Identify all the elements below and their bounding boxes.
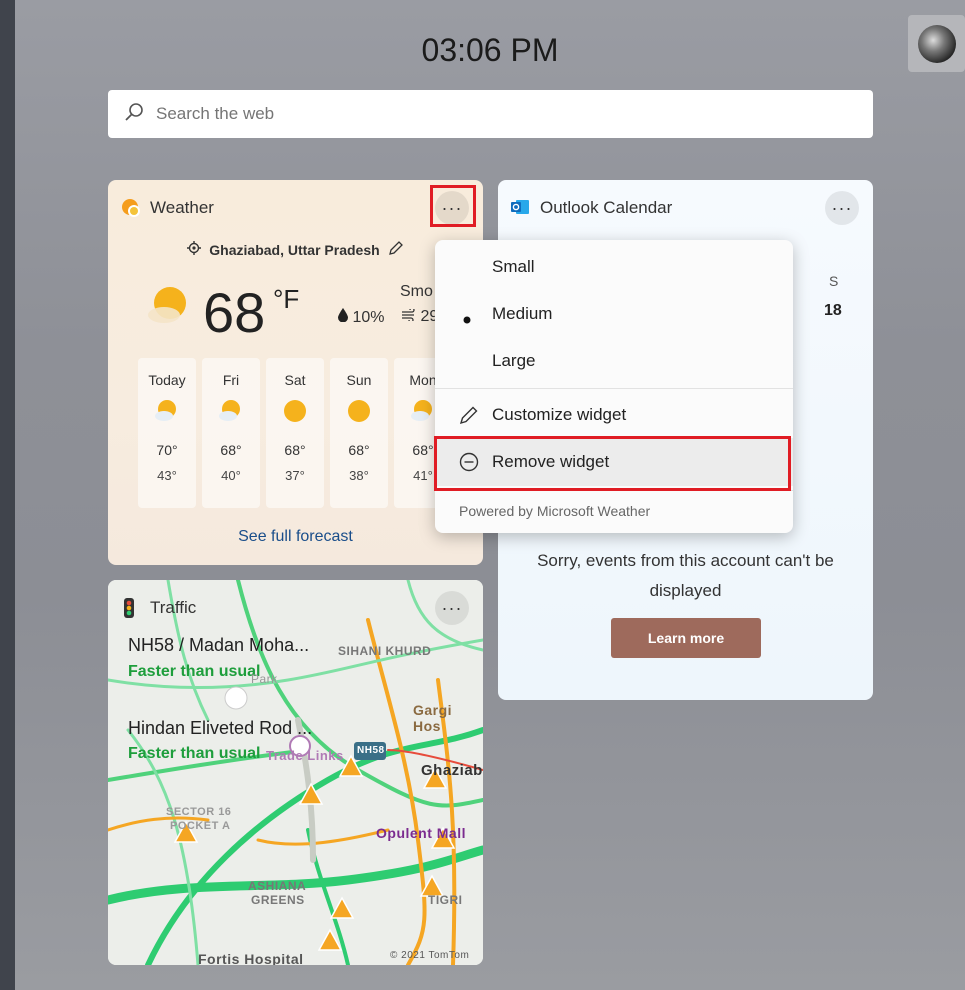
traffic-more-options-button[interactable]: ··· [435, 591, 469, 625]
map-label: ASHIANA [248, 879, 307, 893]
menu-divider [435, 388, 793, 389]
traffic-title: Traffic [150, 598, 197, 617]
sunny-icon [330, 394, 388, 428]
forecast-day[interactable]: Sat 68° 37° [266, 358, 324, 508]
powered-by-label: Powered by Microsoft Weather [459, 503, 651, 519]
location-pin-icon [187, 241, 202, 258]
map-label: SECTOR 16 [166, 806, 232, 818]
highlight-remove-widget [434, 436, 791, 491]
map-label: Opulent Mall [376, 825, 466, 841]
search-input[interactable] [156, 104, 756, 124]
calendar-error-message: Sorry, events from this account can't be… [537, 551, 834, 600]
map-label: SIHANI KHURD [338, 644, 432, 658]
calendar-title: Outlook Calendar [540, 198, 673, 217]
map-label: Ghaziab [421, 762, 483, 779]
map-label: NH58 [357, 745, 385, 756]
map-copyright: © 2021 TomTom [390, 950, 470, 961]
selected-bullet-icon [463, 309, 471, 329]
location-label: Ghaziabad, Uttar Pradesh [209, 241, 380, 258]
weather-location[interactable]: Ghaziabad, Uttar Pradesh [108, 240, 483, 259]
outlook-icon [510, 197, 530, 222]
calendar-more-options-button[interactable]: ··· [825, 191, 859, 225]
pencil-icon [459, 405, 479, 430]
route-name[interactable]: Hindan Eliveted Rod ... [128, 718, 312, 739]
weather-title: Weather [150, 198, 214, 217]
menu-item-medium[interactable]: Medium [435, 291, 793, 337]
menu-item-customize-widget[interactable]: Customize widget [435, 392, 793, 438]
edit-location-icon[interactable] [388, 240, 404, 259]
calendar-weekday: S [829, 273, 839, 289]
weather-widget[interactable]: Weather ··· Ghaziabad, Uttar Pradesh 68 … [108, 180, 483, 565]
current-temperature: 68 [203, 281, 266, 344]
map-label: TIGRI [428, 893, 463, 907]
widgets-panel: 03:06 PM Weather ··· Ghaziabad, Uttar Pr… [15, 0, 965, 990]
partly-sunny-icon [202, 394, 260, 428]
map-label: POCKET A [170, 820, 231, 832]
desktop-background-strip [0, 0, 15, 990]
route-status: Faster than usual [128, 745, 261, 762]
forecast-day[interactable]: Fri 68° 40° [202, 358, 260, 508]
temperature-unit-toggle[interactable]: °F [273, 284, 299, 315]
search-icon [124, 102, 144, 127]
forecast-strip: Today 70° 43° Fri 68° 40° Sat 68° 37° Su… [138, 358, 452, 508]
partly-sunny-icon [138, 394, 196, 428]
calendar-date[interactable]: 18 [824, 302, 842, 320]
raindrop-icon [338, 308, 352, 326]
sunny-icon [266, 394, 324, 428]
map-label: Gargi Hos [413, 702, 453, 734]
wind: 29 [402, 307, 438, 326]
map-label: Fortis Hospital [198, 951, 304, 965]
user-avatar-button[interactable] [908, 15, 965, 72]
wind-icon [402, 307, 420, 325]
menu-item-small[interactable]: Small [435, 244, 793, 290]
weather-app-icon [120, 197, 142, 224]
partly-sunny-icon [144, 283, 194, 332]
traffic-widget[interactable]: Traffic ··· NH58 / Madan Moha... Faster … [108, 580, 483, 965]
forecast-day[interactable]: Today 70° 43° [138, 358, 196, 508]
traffic-light-icon [120, 597, 138, 624]
precipitation: 10% [338, 308, 384, 327]
map-label: Trade Links [266, 748, 344, 763]
route-status: Faster than usual [128, 663, 261, 680]
menu-item-large[interactable]: Large [435, 338, 793, 384]
avatar [917, 24, 956, 63]
learn-more-button[interactable]: Learn more [611, 618, 761, 658]
weather-condition: Smo [400, 283, 433, 300]
highlight-more-options [430, 185, 476, 227]
map-label: Park [251, 672, 278, 686]
route-name[interactable]: NH58 / Madan Moha... [128, 635, 309, 656]
search-box[interactable] [108, 90, 873, 138]
forecast-day[interactable]: Sun 68° 38° [330, 358, 388, 508]
clock: 03:06 PM [421, 32, 559, 68]
map-label: GREENS [251, 893, 305, 907]
see-full-forecast-link[interactable]: See full forecast [108, 528, 483, 546]
